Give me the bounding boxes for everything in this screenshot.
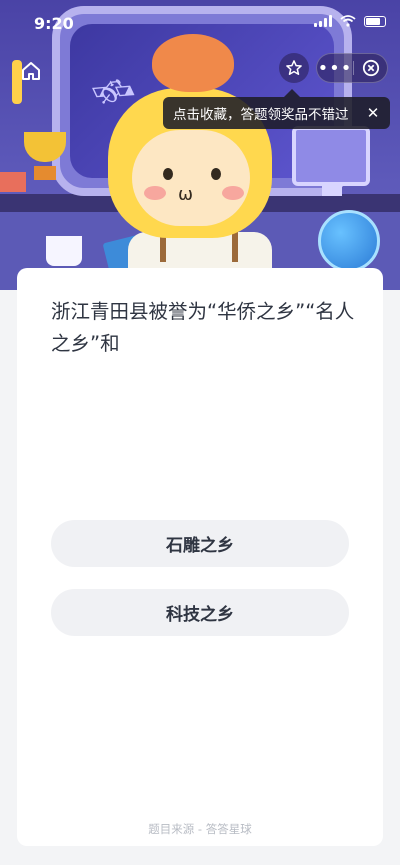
home-button[interactable]: [18, 58, 44, 84]
wifi-icon: [340, 15, 356, 27]
star-icon: [286, 60, 302, 75]
close-button[interactable]: [355, 54, 387, 82]
tooltip-text: 点击收藏，答题领奖品不错过: [173, 107, 349, 123]
answer-option-2[interactable]: 科技之乡: [51, 589, 349, 636]
signal-icon: [314, 15, 332, 27]
answer-option-label: 石雕之乡: [166, 536, 234, 556]
status-bar: 9:20: [0, 0, 400, 44]
trophy-icon: [24, 132, 66, 188]
close-circle-icon: [362, 59, 380, 77]
tooltip-close-button[interactable]: ✕: [364, 104, 382, 122]
more-button[interactable]: •••: [317, 54, 353, 82]
answer-option-label: 科技之乡: [166, 605, 234, 625]
books-decoration: [0, 172, 26, 192]
mascot-face: [132, 130, 250, 226]
home-icon: [22, 62, 40, 80]
favorite-button[interactable]: [279, 53, 309, 83]
question-source: 题目来源 - 答答星球: [148, 822, 252, 836]
mascot-mouth: ω: [178, 184, 194, 205]
answer-option-1[interactable]: 石雕之乡: [51, 520, 349, 567]
globe-icon: [318, 210, 380, 272]
status-time: 9:20: [34, 14, 74, 33]
mug-decoration: [46, 236, 82, 266]
more-icon: •••: [317, 57, 353, 79]
monitor-decoration: [292, 126, 370, 186]
question-text: 浙江青田县被誉为“华侨之乡”“名人之乡”和: [51, 300, 355, 355]
mini-program-capsule: •••: [316, 53, 388, 83]
battery-icon: [364, 15, 386, 27]
question-card: 浙江青田县被誉为“华侨之乡”“名人之乡”和 石雕之乡 科技之乡 题目来源 - 答…: [17, 268, 383, 846]
favorite-tooltip: 点击收藏，答题领奖品不错过 ✕: [163, 97, 390, 129]
